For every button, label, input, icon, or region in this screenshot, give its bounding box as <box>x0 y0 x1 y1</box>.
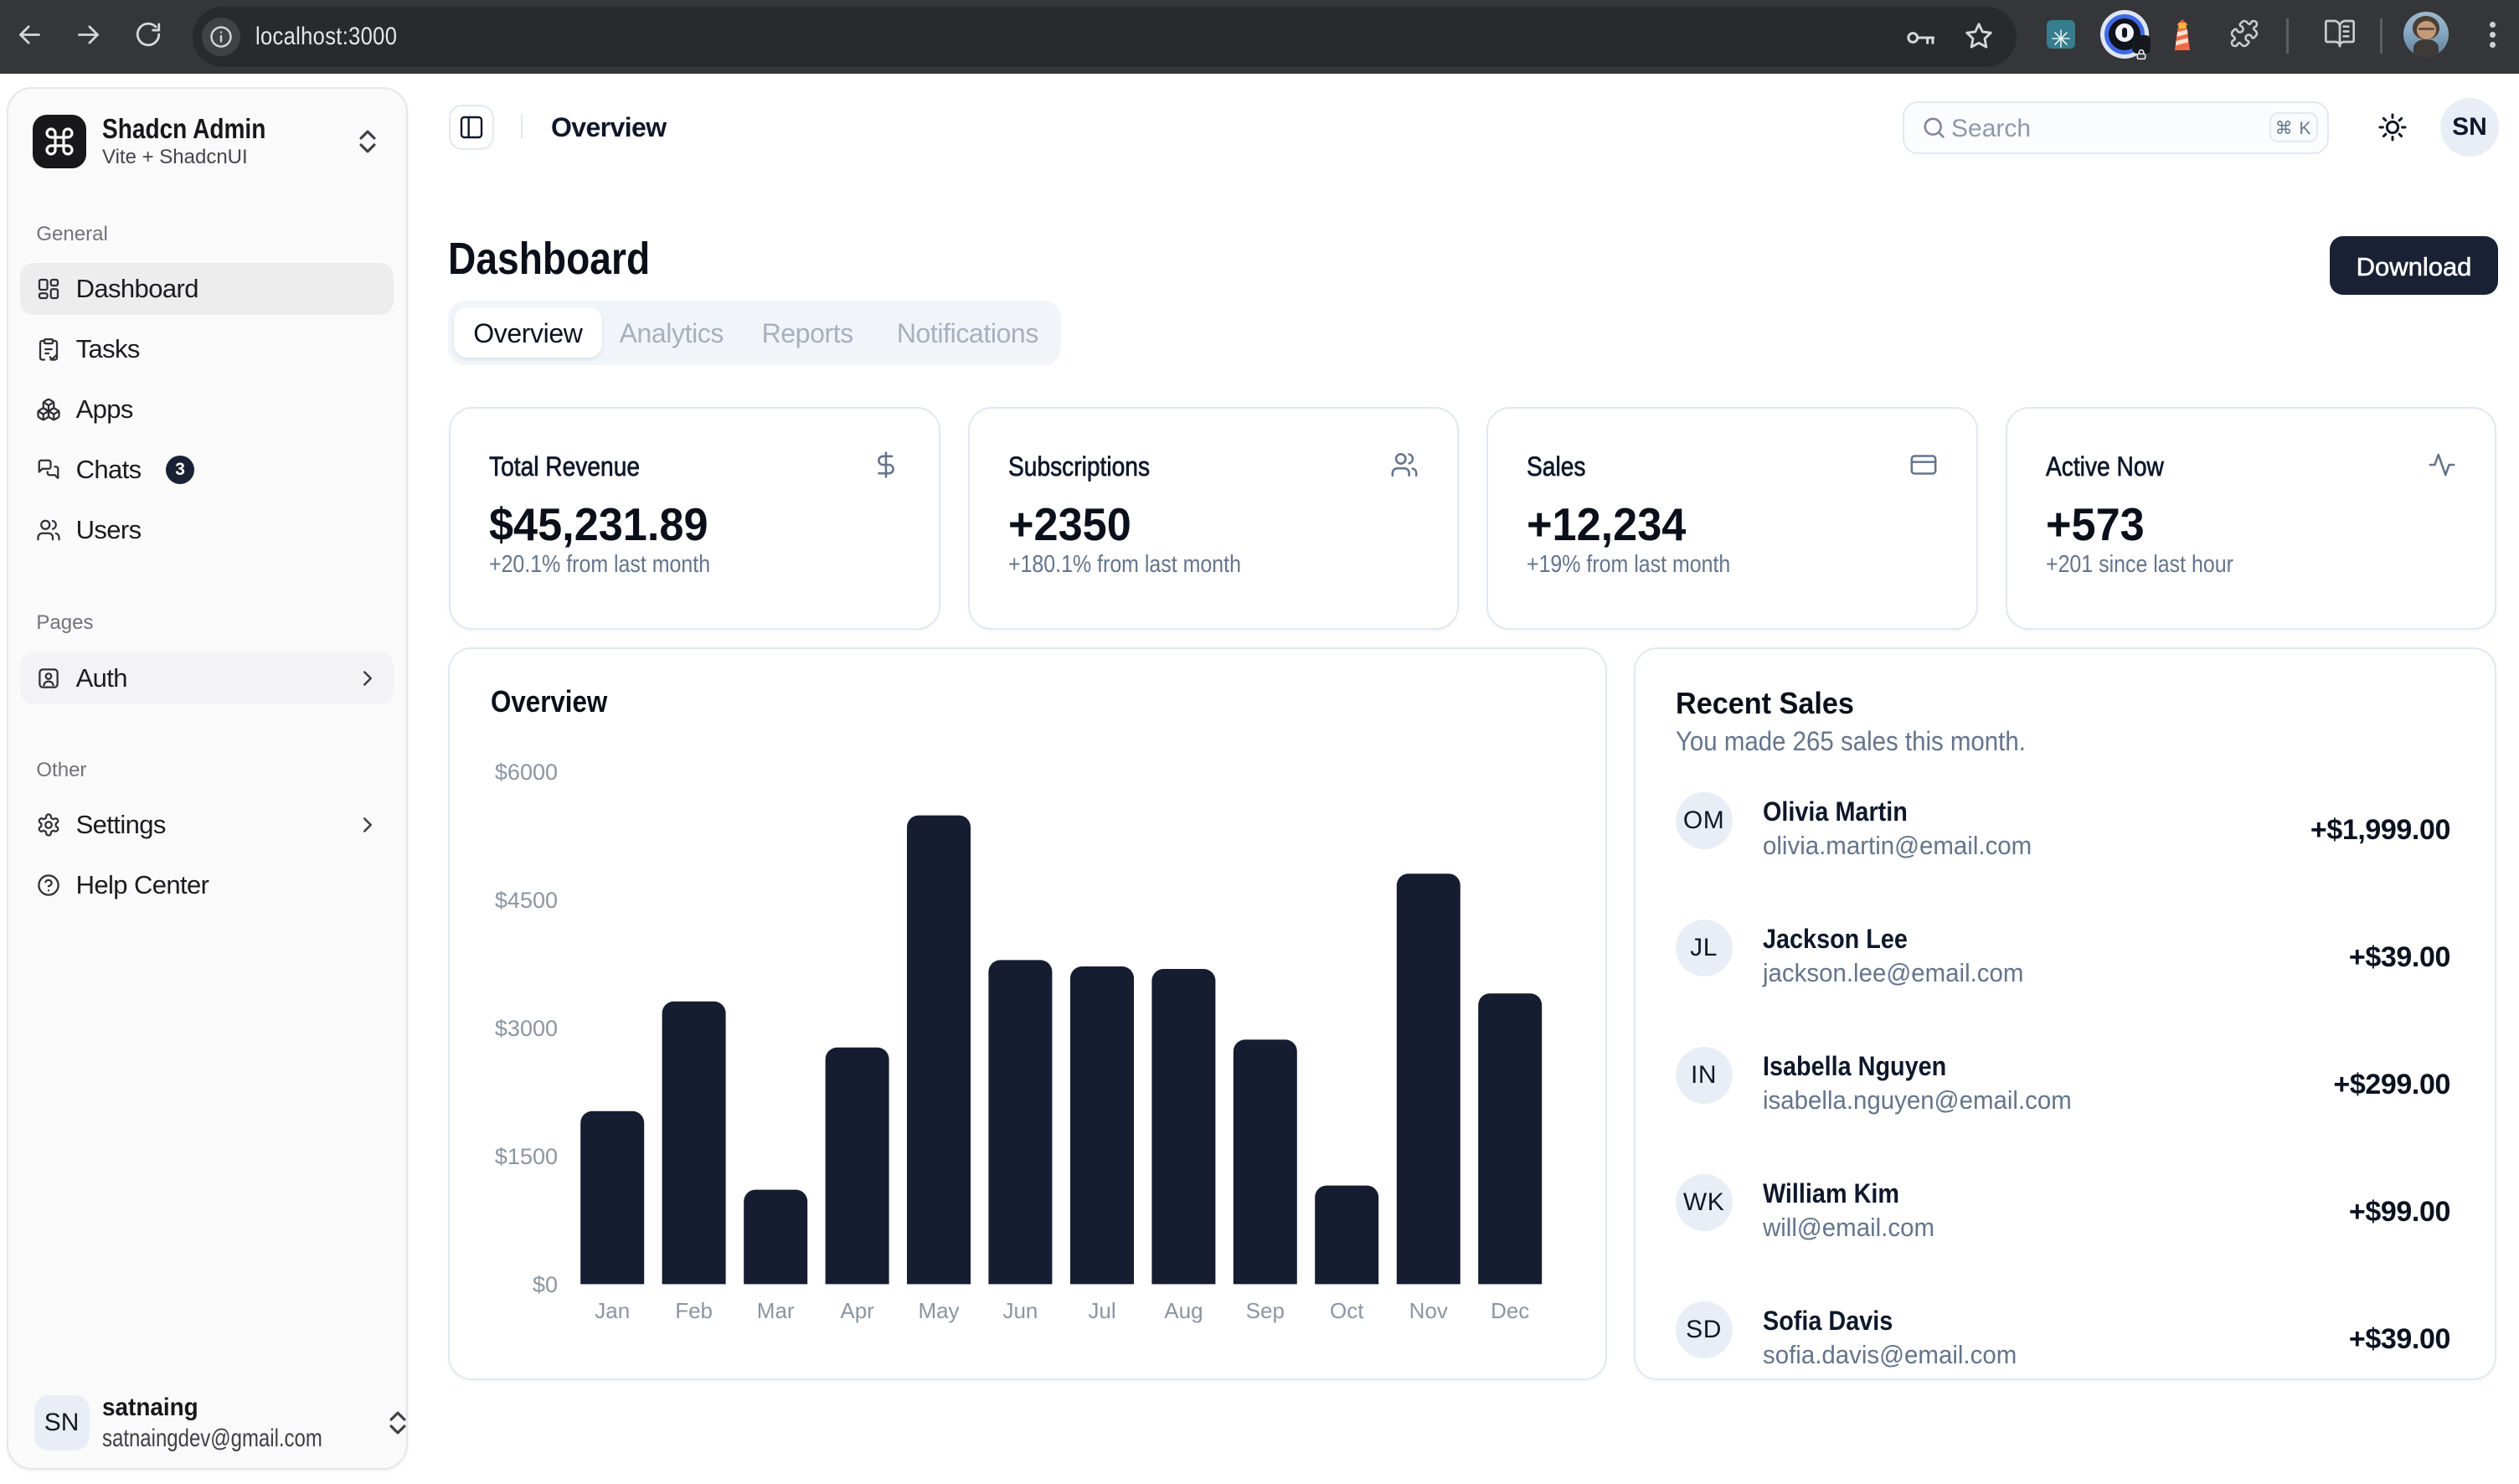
svg-text:Dec: Dec <box>1491 1298 1529 1323</box>
svg-text:$4500: $4500 <box>495 888 558 913</box>
svg-text:Jan: Jan <box>595 1298 630 1323</box>
svg-text:Jun: Jun <box>1002 1298 1038 1323</box>
svg-text:Jul: Jul <box>1088 1298 1115 1323</box>
svg-text:Oct: Oct <box>1330 1298 1364 1323</box>
svg-text:Sep: Sep <box>1246 1298 1285 1323</box>
svg-text:$1500: $1500 <box>495 1144 558 1169</box>
svg-text:Mar: Mar <box>757 1298 795 1323</box>
svg-text:Apr: Apr <box>840 1298 874 1323</box>
svg-text:Aug: Aug <box>1164 1298 1203 1323</box>
svg-text:$0: $0 <box>533 1272 558 1297</box>
svg-text:May: May <box>918 1298 959 1323</box>
svg-text:$6000: $6000 <box>495 760 558 785</box>
svg-text:Nov: Nov <box>1409 1298 1448 1323</box>
svg-text:Feb: Feb <box>675 1298 713 1323</box>
svg-text:$3000: $3000 <box>495 1016 558 1041</box>
